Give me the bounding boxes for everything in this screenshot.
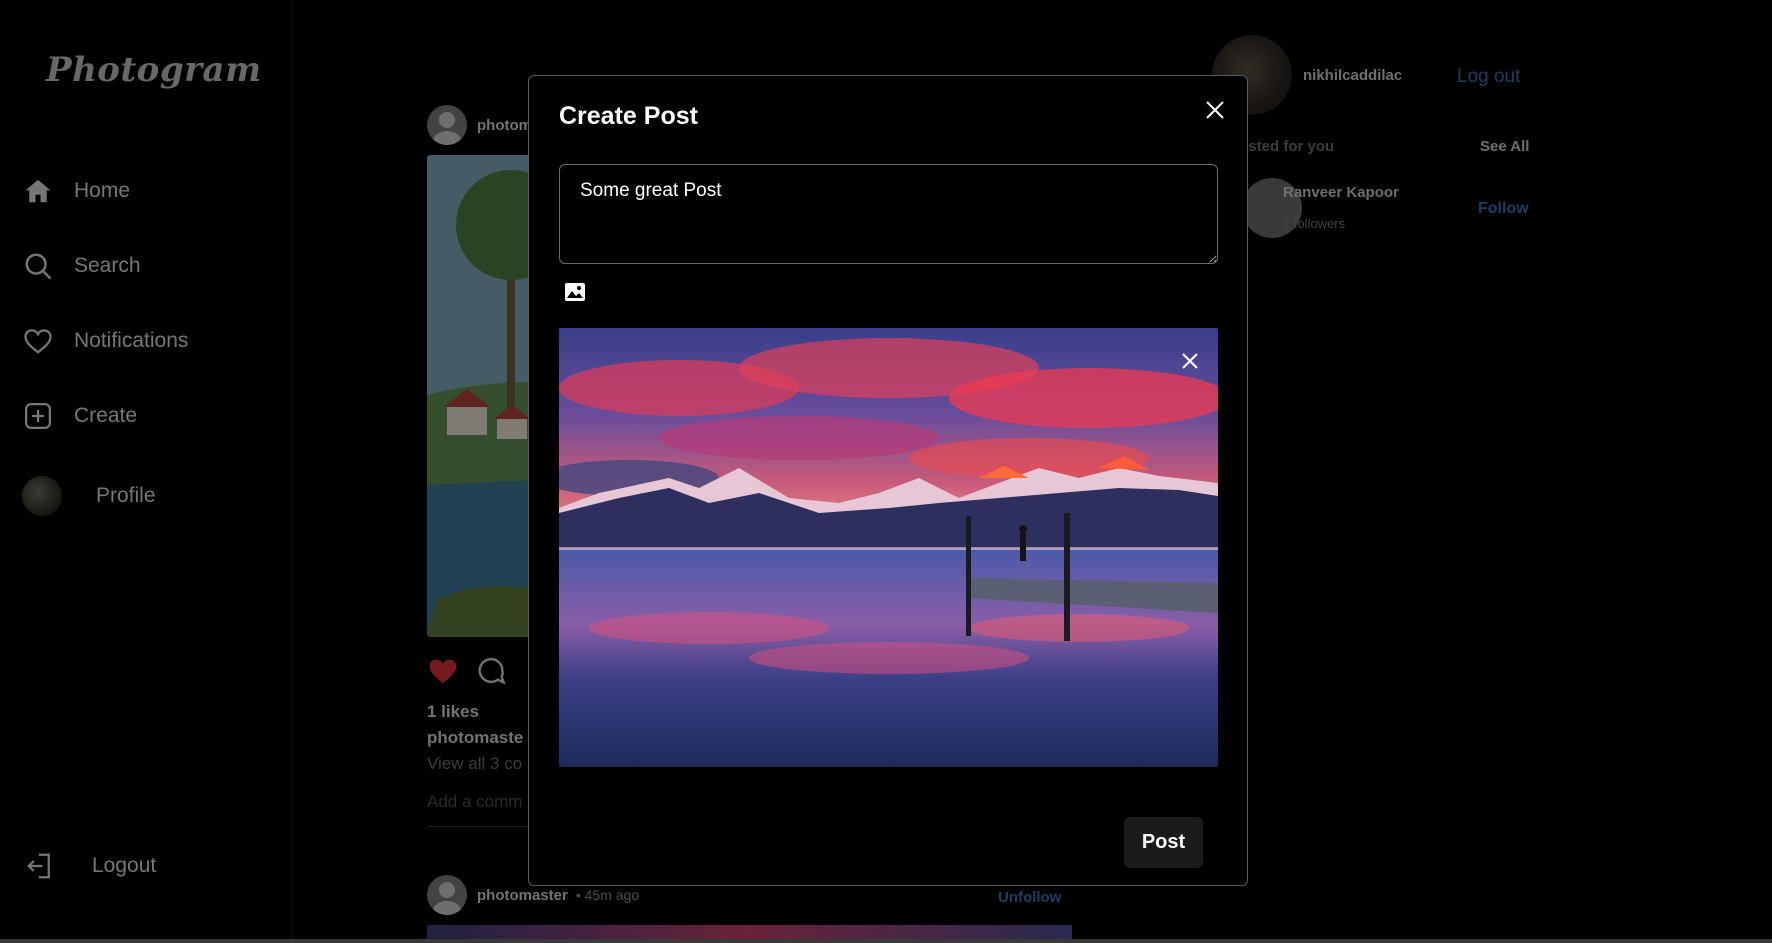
bottom-scrollbar[interactable] xyxy=(0,939,1772,943)
post-text-input[interactable]: Some great Post xyxy=(559,164,1218,264)
remove-image-close-icon[interactable] xyxy=(1175,346,1205,376)
image-upload-icon[interactable] xyxy=(564,282,588,306)
post-button[interactable]: Post xyxy=(1124,817,1203,868)
create-post-modal: Create Post Some great Post Post xyxy=(528,75,1248,886)
close-icon[interactable] xyxy=(1199,94,1231,126)
modal-title: Create Post xyxy=(559,102,698,130)
image-preview xyxy=(559,328,1218,767)
